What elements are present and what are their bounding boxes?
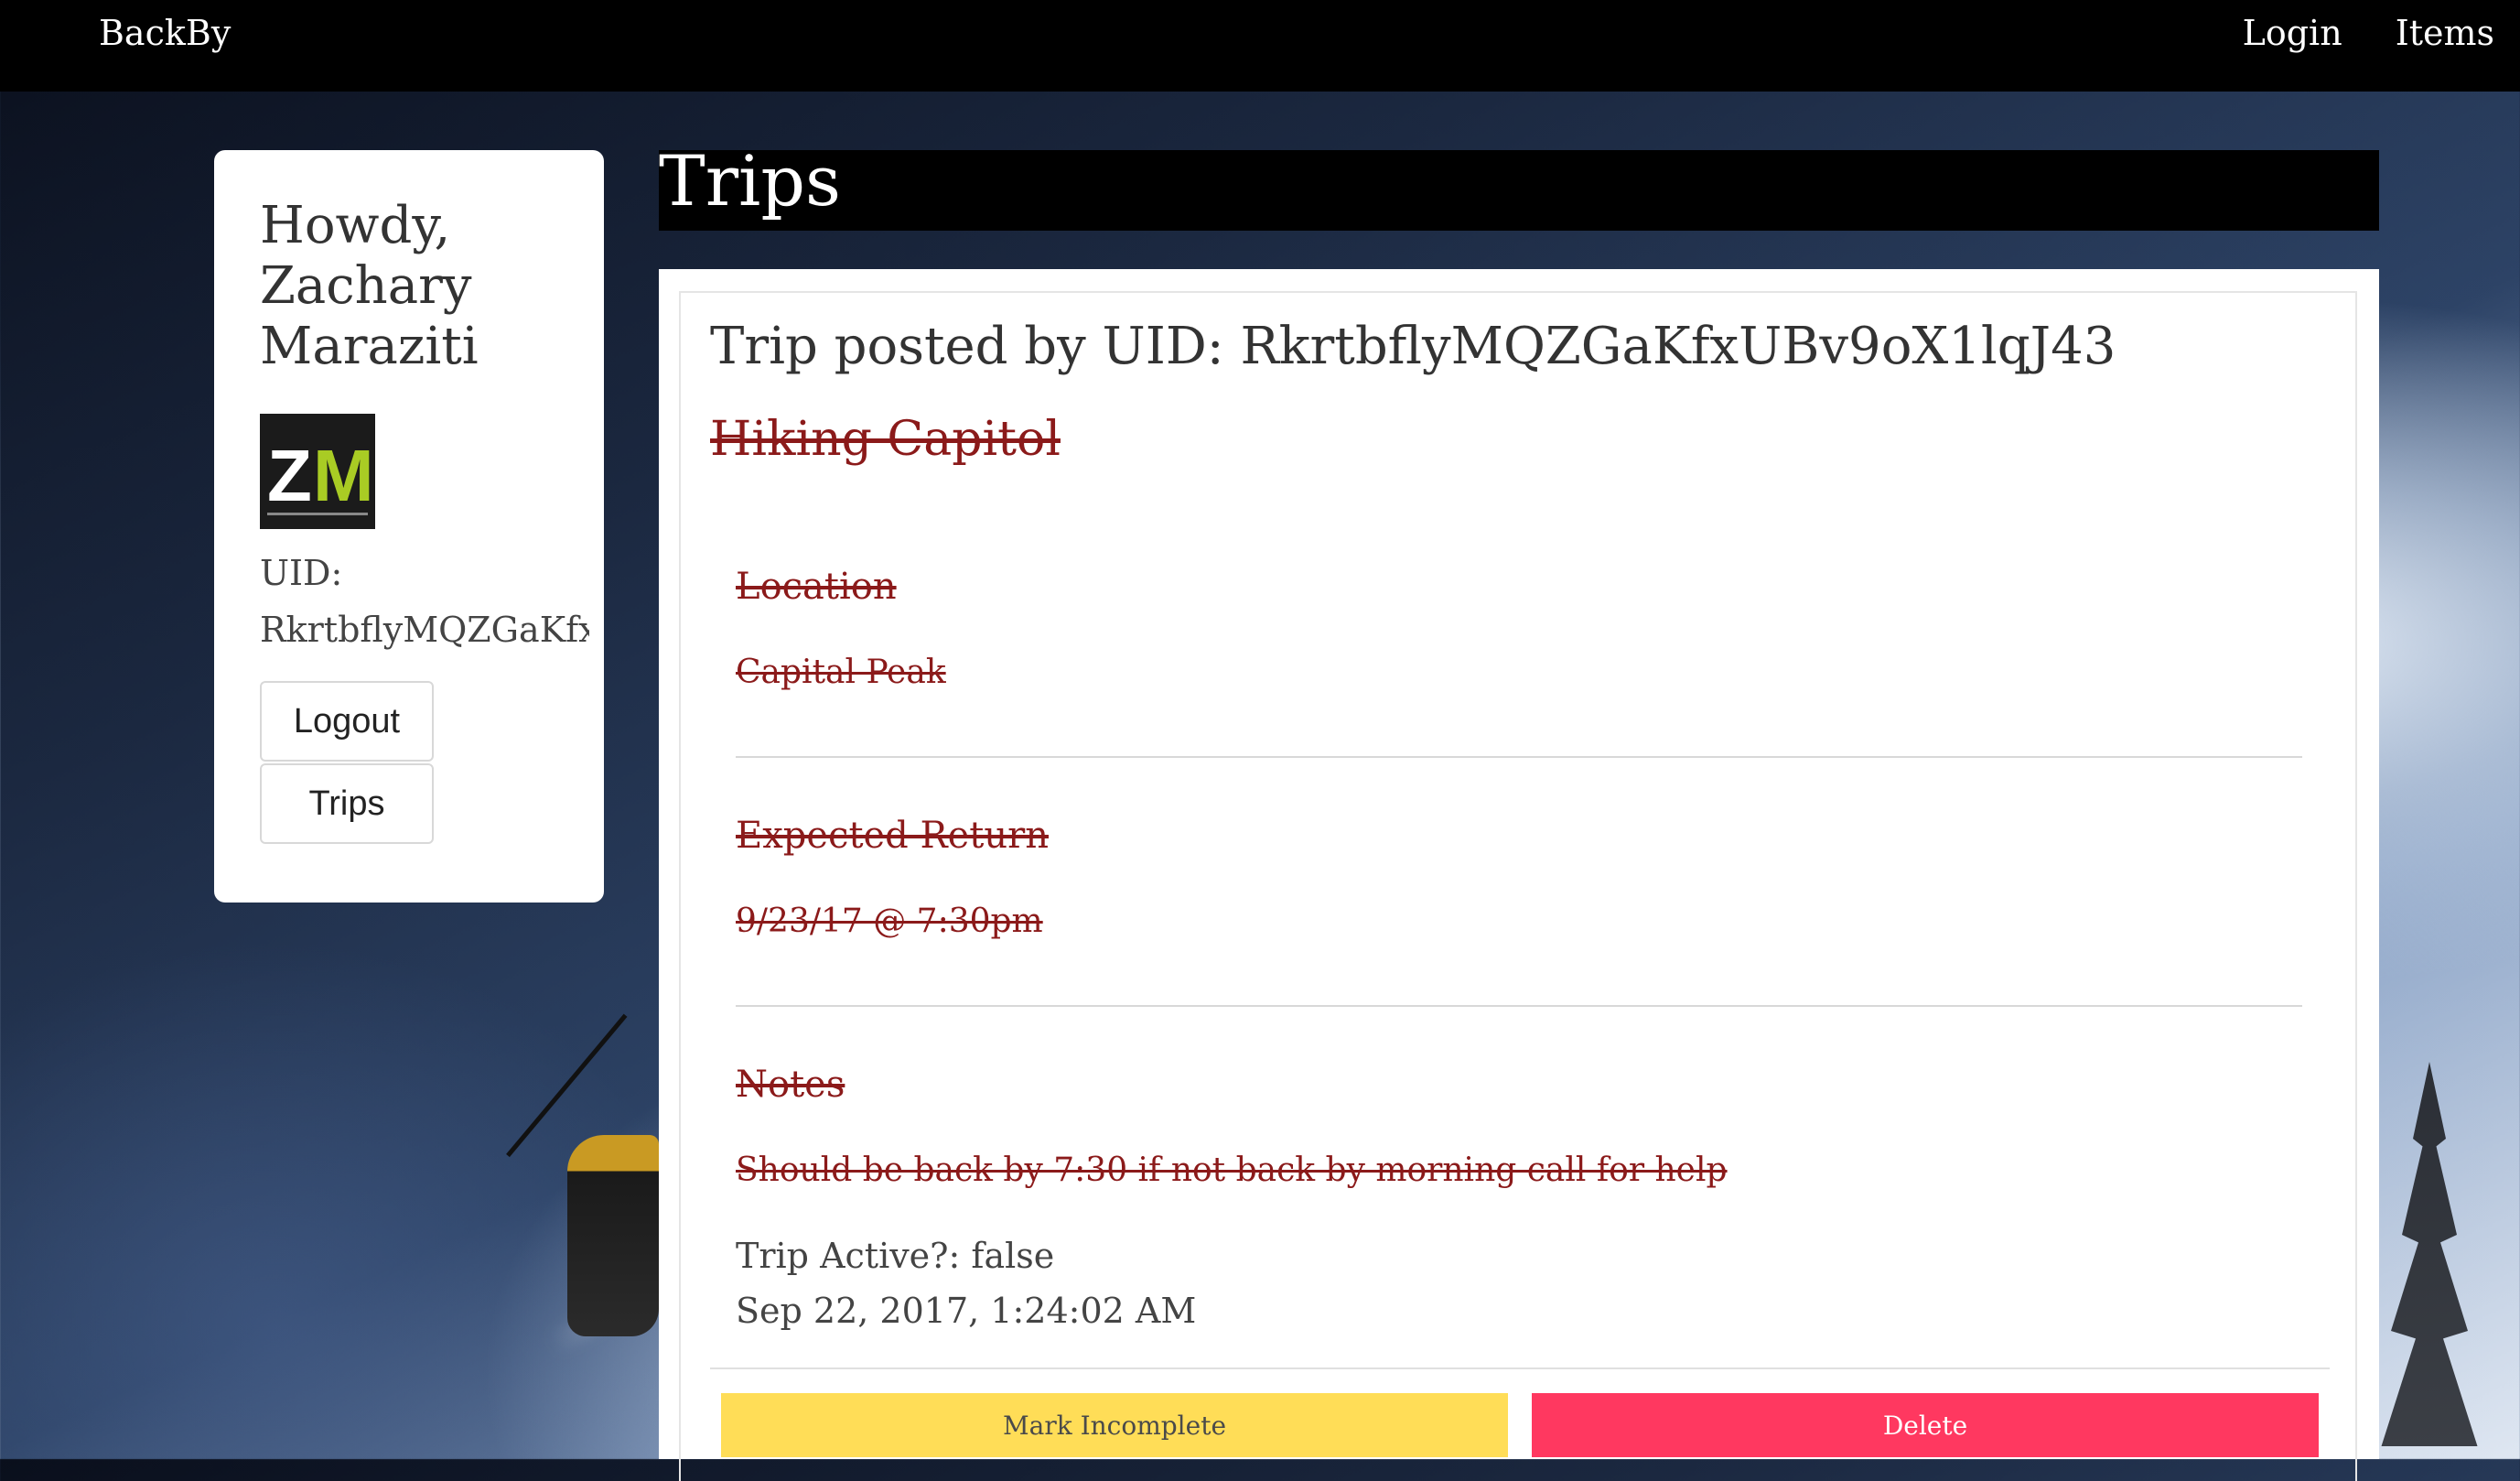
- trip-timestamp: Sep 22, 2017, 1:24:02 AM: [736, 1291, 1197, 1331]
- uid-value: RkrtbflyMQZGaKfxU: [260, 610, 589, 650]
- trip-card: Trip posted by UID: RkrtbflyMQZGaKfxUBv9…: [679, 291, 2357, 1481]
- expected-return-value: 9/23/17 @ 7:30pm: [736, 903, 1043, 940]
- trip-name: Hiking Capitol: [710, 412, 1061, 467]
- notes-value: Should be back by 7:30 if not back by mo…: [736, 1151, 1728, 1189]
- top-navbar: BackBy Login Items: [0, 0, 2520, 92]
- trip-active-status: Trip Active?: false: [736, 1236, 1055, 1276]
- brand-link[interactable]: BackBy: [99, 13, 231, 53]
- location-value: Capital Peak: [736, 654, 946, 691]
- trip-posted-by: Trip posted by UID: RkrtbflyMQZGaKfxUBv9…: [710, 317, 2116, 376]
- background-tree: [2381, 1062, 2478, 1446]
- nav-login-link[interactable]: Login: [2243, 13, 2342, 53]
- card-footer-divider: [710, 1367, 2330, 1369]
- page-title: Trips: [659, 140, 841, 222]
- avatar: Z M: [260, 414, 375, 529]
- divider: [736, 756, 2302, 758]
- avatar-subtitle-bar: [267, 513, 368, 515]
- mark-incomplete-button[interactable]: Mark Incomplete: [721, 1393, 1508, 1457]
- expected-return-label: Expected Return: [736, 815, 1050, 857]
- notes-label: Notes: [736, 1064, 845, 1106]
- user-sidebar: Howdy, Zachary Maraziti Z M UID: Rkrtbfl…: [214, 150, 604, 903]
- location-label: Location: [736, 566, 897, 608]
- avatar-letter-m: M: [313, 435, 374, 516]
- avatar-letter-z: Z: [267, 435, 312, 516]
- delete-button[interactable]: Delete: [1532, 1393, 2319, 1457]
- nav-links: Login Items: [2243, 13, 2494, 53]
- page-header: Trips: [659, 141, 2379, 231]
- greeting-heading: Howdy, Zachary Maraziti: [260, 196, 479, 376]
- logout-button[interactable]: Logout: [260, 681, 434, 762]
- nav-items-link[interactable]: Items: [2396, 13, 2494, 53]
- divider: [736, 1005, 2302, 1007]
- uid-label: UID:: [260, 553, 343, 593]
- trips-button[interactable]: Trips: [260, 763, 434, 844]
- background-skier: [567, 1135, 659, 1336]
- trips-panel: Trip posted by UID: RkrtbflyMQZGaKfxUBv9…: [659, 269, 2379, 1481]
